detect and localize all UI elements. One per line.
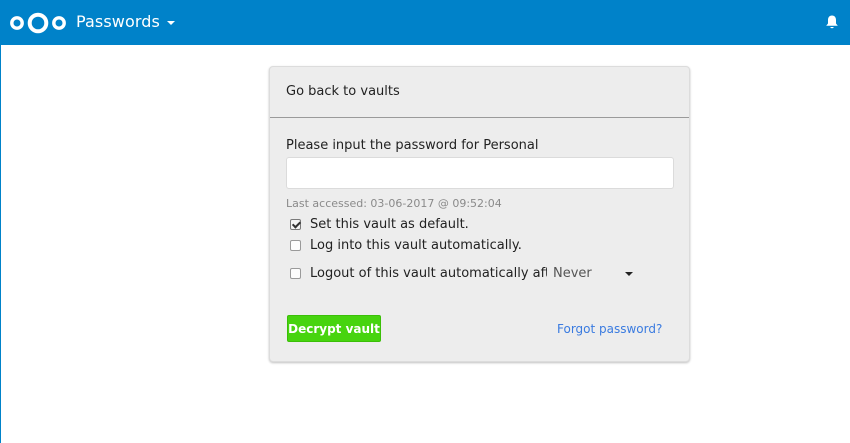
vault-password-input[interactable] (286, 157, 674, 189)
left-edge-divider (0, 45, 1, 443)
nextcloud-logo-icon[interactable] (9, 11, 67, 35)
auto-login-label[interactable]: Log into this vault automatically. (310, 238, 522, 253)
logout-after-value: Never (553, 266, 592, 281)
auto-login-checkbox[interactable] (290, 240, 301, 251)
panel-header: Go back to vaults (270, 67, 689, 118)
last-accessed-text: Last accessed: 03-06-2017 @ 09:52:04 (286, 197, 502, 210)
back-to-vaults-link[interactable]: Go back to vaults (286, 84, 400, 99)
forgot-password-link[interactable]: Forgot password? (557, 322, 662, 336)
bell-icon[interactable] (825, 14, 839, 30)
set-default-label[interactable]: Set this vault as default. (310, 217, 469, 232)
top-header-bar: Passwords (0, 0, 850, 45)
password-prompt-label: Please input the password for Personal (286, 138, 539, 153)
vault-unlock-panel: Go back to vaults Please input the passw… (269, 66, 690, 362)
auto-login-option: Log into this vault automatically. (290, 238, 522, 253)
auto-logout-checkbox[interactable] (290, 268, 301, 279)
chevron-down-icon (166, 20, 175, 25)
decrypt-vault-button[interactable]: Decrypt vault (287, 315, 381, 342)
chevron-down-icon (625, 272, 633, 276)
set-default-checkbox[interactable] (290, 219, 301, 230)
auto-logout-label[interactable]: Logout of this vault automatically after… (310, 266, 568, 281)
set-default-option: Set this vault as default. (290, 217, 469, 232)
logout-after-select[interactable]: Never (547, 263, 639, 285)
auto-logout-option: Logout of this vault automatically after… (290, 266, 568, 281)
app-title: Passwords (76, 12, 160, 31)
app-menu-toggle[interactable]: Passwords (76, 12, 175, 31)
